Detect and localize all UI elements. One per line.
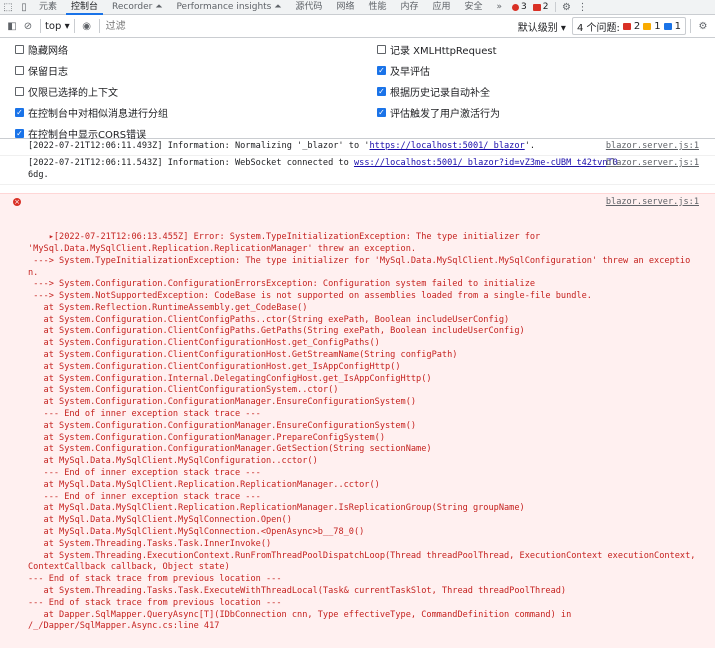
divider: [73, 19, 75, 33]
tab-4[interactable]: 源代码: [288, 0, 329, 14]
message-link[interactable]: wss://localhost:5001/_blazor?id=vZ3me-cU…: [354, 158, 618, 168]
divider: [554, 2, 556, 12]
divider: [690, 19, 691, 33]
issues-label: 4 个问题:: [576, 22, 620, 34]
setting-label: 仅限已选择的上下文: [28, 88, 118, 99]
log-level-dropdown[interactable]: 默认级别 ▾: [518, 19, 566, 34]
message-source-link[interactable]: blazor.server.js:1: [606, 158, 699, 170]
error-source-link[interactable]: blazor.server.js:1: [606, 197, 699, 209]
issues-info-count: 1: [674, 20, 681, 32]
checkbox[interactable]: ✓: [377, 66, 386, 75]
issue-info-icon: [663, 22, 672, 30]
checkbox[interactable]: [377, 45, 386, 54]
warning-count: 2: [542, 2, 549, 12]
issues-button[interactable]: 4 个问题: 2 1 1: [571, 17, 686, 35]
tab-7[interactable]: 内存: [393, 0, 425, 14]
setting-option[interactable]: ✓ 在控制台中对相似消息进行分组: [15, 105, 168, 120]
issue-warning-icon: [643, 22, 652, 30]
setting-option[interactable]: 隐藏网络: [15, 42, 68, 57]
tab-1[interactable]: 控制台: [64, 0, 105, 15]
more-tabs-button[interactable]: »: [490, 0, 510, 14]
setting-option[interactable]: ✓ 及早评估: [377, 63, 430, 78]
setting-option[interactable]: 保留日志: [15, 63, 68, 78]
sidebar-toggle-icon[interactable]: ◧: [4, 19, 20, 33]
tab-0[interactable]: 元素: [32, 0, 64, 14]
setting-option[interactable]: ✓ 根据历史记录自动补全: [377, 84, 490, 99]
tab-8[interactable]: 应用: [425, 0, 457, 14]
setting-label: 记录 XMLHttpRequest: [390, 46, 497, 57]
panel-tabs: 元素 控制台 Recorder ⏶ Performance insights ⏶ 源代码…: [32, 0, 490, 15]
message-continuation: 6dg.: [28, 169, 49, 180]
error-count: 3: [521, 2, 527, 12]
tab-5[interactable]: 网络: [329, 0, 361, 14]
filter-input[interactable]: [103, 19, 438, 33]
error-icon: ×: [13, 197, 21, 206]
setting-option[interactable]: 记录 XMLHttpRequest: [377, 42, 497, 57]
setting-label: 及早评估: [390, 67, 430, 78]
checkbox[interactable]: ✓: [15, 108, 24, 117]
devtools-tab-bar: ⬚ ▯ 元素 控制台 Recorder ⏶ Performance insights …: [0, 0, 715, 15]
tab-3[interactable]: Performance insights ⏶: [169, 0, 288, 14]
more-options-icon[interactable]: ⋮: [575, 0, 591, 14]
error-stack-trace[interactable]: ▸[2022-07-21T12:06:13.455Z] Error: Syste…: [28, 232, 695, 631]
warning-count-badge[interactable]: 2: [530, 2, 552, 12]
clear-console-icon[interactable]: ⊘: [20, 19, 36, 33]
checkbox[interactable]: ✓: [377, 108, 386, 117]
issues-error-count: 2: [633, 20, 641, 32]
console-messages: [2022-07-21T12:06:11.493Z] Information: …: [0, 139, 715, 648]
device-toolbar-icon[interactable]: ▯: [16, 0, 32, 14]
warning-flag-icon: [532, 3, 541, 11]
message-text: [2022-07-21T12:06:11.543Z] Information: …: [28, 157, 354, 168]
divider: [40, 19, 41, 33]
tab-9[interactable]: 安全: [458, 0, 490, 14]
console-toolbar: ◧ ⊘ top ▾ ◉ 默认级别 ▾ 4 个问题: 2 1 1 ⚙: [0, 15, 715, 38]
checkbox[interactable]: ✓: [377, 87, 386, 96]
setting-label: 保留日志: [28, 67, 68, 78]
gear-icon[interactable]: ⚙: [559, 0, 575, 14]
message-suffix: '.: [524, 141, 536, 151]
issues-warning-count: 1: [654, 20, 661, 32]
setting-label: 评估触发了用户激活行为: [390, 109, 500, 120]
checkbox[interactable]: [15, 87, 24, 96]
checkbox[interactable]: ✓: [15, 129, 24, 138]
divider: [98, 19, 100, 33]
issue-error-icon: [622, 22, 631, 30]
checkbox[interactable]: [15, 45, 24, 54]
message-source-link[interactable]: blazor.server.js:1: [606, 141, 699, 153]
error-count-badge[interactable]: 3: [509, 2, 530, 12]
console-error-message: × blazor.server.js:1 ▸[2022-07-21T12:06:…: [0, 192, 715, 648]
checkbox[interactable]: [15, 66, 24, 75]
console-message: [2022-07-21T12:06:11.493Z] Information: …: [0, 139, 715, 156]
console-message: [2022-07-21T12:06:11.543Z] Information: …: [0, 156, 715, 185]
console-settings-panel: 隐藏网络 保留日志 仅限已选择的上下文 ✓ 在控制台中对相似消息进行分组 ✓ 在控制台中显示…: [0, 38, 715, 141]
message-link[interactable]: https://localhost:5001/_blazor: [369, 141, 524, 151]
tab-6[interactable]: 性能: [361, 0, 393, 14]
message-text: [2022-07-21T12:06:11.493Z] Information: …: [28, 141, 370, 151]
setting-label: 根据历史记录自动补全: [390, 88, 490, 99]
console-settings-gear-icon[interactable]: ⚙: [695, 19, 711, 33]
error-icon: [512, 3, 520, 11]
tab-2[interactable]: Recorder ⏶: [105, 0, 169, 14]
setting-label: 在控制台中对相似消息进行分组: [28, 109, 168, 120]
setting-option[interactable]: ✓ 评估触发了用户激活行为: [377, 105, 500, 120]
eye-icon[interactable]: ◉: [79, 19, 95, 33]
setting-label: 隐藏网络: [28, 46, 68, 57]
setting-option[interactable]: 仅限已选择的上下文: [15, 84, 118, 99]
context-selector[interactable]: top ▾: [45, 21, 70, 32]
inspect-element-icon[interactable]: ⬚: [0, 0, 16, 14]
